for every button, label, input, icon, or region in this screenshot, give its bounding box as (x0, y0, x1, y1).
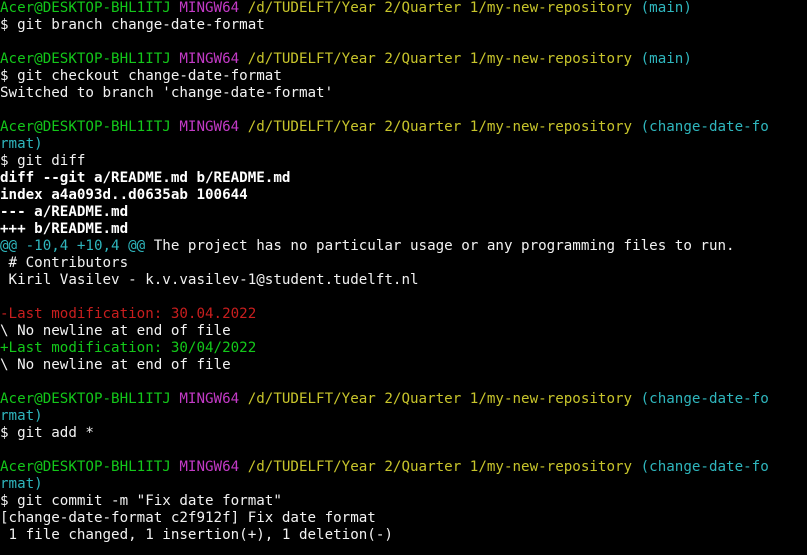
terminal-line: @@ -10,4 +10,4 @@ The project has no par… (0, 238, 807, 255)
terminal-text-segment: (change-date-fo (640, 459, 769, 475)
terminal-line: 1 file changed, 1 insertion(+), 1 deleti… (0, 527, 807, 544)
terminal-text-segment: Acer@DESKTOP-BHL1ITJ (0, 391, 180, 407)
terminal-line: Acer@DESKTOP-BHL1ITJ MINGW64 /d/TUDELFT/… (0, 391, 807, 408)
terminal-line: $ git branch change-date-format (0, 17, 807, 34)
terminal-text-segment: $ git commit -m "Fix date format" (0, 493, 282, 509)
terminal-text-segment: MINGW64 (179, 119, 248, 135)
terminal-line: \ No newline at end of file (0, 357, 807, 374)
terminal-text-segment: rmat) (0, 408, 43, 424)
terminal-text-segment: +++ b/README.md (0, 221, 129, 237)
terminal-text-segment: # Contributors (0, 255, 129, 271)
terminal-line: Acer@DESKTOP-BHL1ITJ MINGW64 /d/TUDELFT/… (0, 0, 807, 17)
terminal-text-segment: (main) (640, 0, 692, 16)
terminal-text-segment: $ git diff (0, 153, 86, 169)
terminal-line: -Last modification: 30.04.2022 (0, 306, 807, 323)
terminal-line: Acer@DESKTOP-BHL1ITJ MINGW64 /d/TUDELFT/… (0, 119, 807, 136)
terminal-line: $ git checkout change-date-format (0, 68, 807, 85)
terminal-text-segment: Acer@DESKTOP-BHL1ITJ (0, 0, 180, 16)
terminal-line: rmat) (0, 136, 807, 153)
terminal-text-segment: Acer@DESKTOP-BHL1ITJ (0, 119, 180, 135)
terminal-text-segment: /d/TUDELFT/Year 2/Quarter 1/my-new-repos… (247, 119, 641, 135)
terminal-line: $ git commit -m "Fix date format" (0, 493, 807, 510)
terminal-text-segment: MINGW64 (179, 459, 248, 475)
terminal-line: Kiril Vasilev - k.v.vasilev-1@student.tu… (0, 272, 807, 289)
terminal-text-segment: rmat) (0, 136, 43, 152)
terminal-text-segment: index a4a093d..d0635ab 100644 (0, 187, 248, 203)
terminal-window[interactable]: Acer@DESKTOP-BHL1ITJ MINGW64 /d/TUDELFT/… (0, 0, 807, 555)
terminal-text-segment: --- a/README.md (0, 204, 129, 220)
terminal-line: +Last modification: 30/04/2022 (0, 340, 807, 357)
terminal-line: Acer@DESKTOP-BHL1ITJ MINGW64 /d/TUDELFT/… (0, 459, 807, 476)
terminal-line: $ git add * (0, 425, 807, 442)
terminal-line: \ No newline at end of file (0, 323, 807, 340)
terminal-text-segment: /d/TUDELFT/Year 2/Quarter 1/my-new-repos… (247, 51, 641, 67)
terminal-text-segment: Kiril Vasilev - k.v.vasilev-1@student.tu… (0, 272, 419, 288)
terminal-text-segment: /d/TUDELFT/Year 2/Quarter 1/my-new-repos… (247, 391, 641, 407)
terminal-text-segment: /d/TUDELFT/Year 2/Quarter 1/my-new-repos… (247, 0, 641, 16)
terminal-line: +++ b/README.md (0, 221, 807, 238)
terminal-text-segment: MINGW64 (179, 51, 248, 67)
terminal-text-segment: MINGW64 (179, 391, 248, 407)
terminal-text-segment: The project has no particular usage or a… (145, 238, 735, 254)
terminal-text-segment: $ git add * (0, 425, 94, 441)
terminal-text-segment: Acer@DESKTOP-BHL1ITJ (0, 51, 180, 67)
terminal-line: diff --git a/README.md b/README.md (0, 170, 807, 187)
terminal-text-segment: $ git branch change-date-format (0, 17, 265, 33)
terminal-text-segment: $ git checkout change-date-format (0, 68, 282, 84)
terminal-line: [change-date-format c2f912f] Fix date fo… (0, 510, 807, 527)
terminal-text-segment: 1 file changed, 1 insertion(+), 1 deleti… (0, 527, 393, 543)
terminal-text-segment: Switched to branch 'change-date-format' (0, 85, 334, 101)
terminal-text-segment: +Last modification: 30/04/2022 (0, 340, 257, 356)
terminal-text-segment: rmat) (0, 476, 43, 492)
terminal-text-segment: MINGW64 (179, 0, 248, 16)
terminal-text-segment: (change-date-fo (640, 119, 769, 135)
terminal-text-segment: (change-date-fo (640, 391, 769, 407)
terminal-line: Switched to branch 'change-date-format' (0, 85, 807, 102)
terminal-line: index a4a093d..d0635ab 100644 (0, 187, 807, 204)
terminal-text-segment: Acer@DESKTOP-BHL1ITJ (0, 459, 180, 475)
terminal-text-segment: \ No newline at end of file (0, 323, 231, 339)
terminal-text-segment: -Last modification: 30.04.2022 (0, 306, 257, 322)
terminal-text-segment: \ No newline at end of file (0, 357, 231, 373)
terminal-line: Acer@DESKTOP-BHL1ITJ MINGW64 /d/TUDELFT/… (0, 51, 807, 68)
terminal-line: rmat) (0, 476, 807, 493)
terminal-line: rmat) (0, 408, 807, 425)
terminal-line: --- a/README.md (0, 204, 807, 221)
terminal-text-segment: /d/TUDELFT/Year 2/Quarter 1/my-new-repos… (247, 459, 641, 475)
terminal-text-segment: (main) (640, 51, 692, 67)
terminal-line: $ git diff (0, 153, 807, 170)
terminal-text-segment: @@ -10,4 +10,4 @@ (0, 238, 146, 254)
terminal-text-segment: diff --git a/README.md b/README.md (0, 170, 291, 186)
terminal-line: # Contributors (0, 255, 807, 272)
terminal-text-segment: [change-date-format c2f912f] Fix date fo… (0, 510, 376, 526)
